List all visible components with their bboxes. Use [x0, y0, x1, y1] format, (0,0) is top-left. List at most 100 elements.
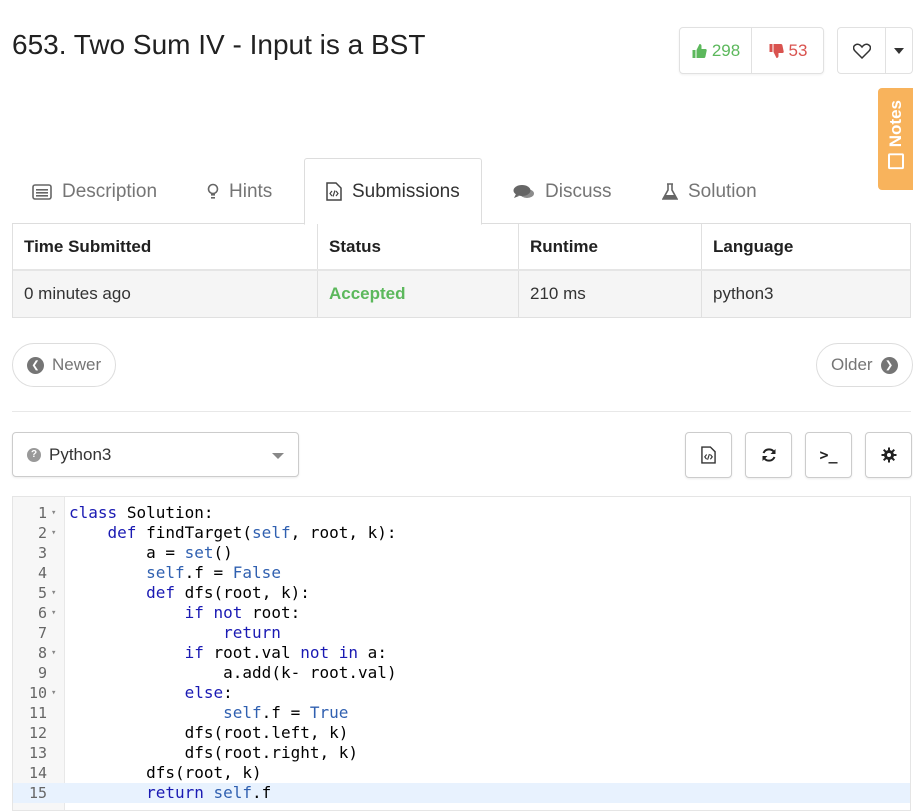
line-number: 9	[37, 664, 47, 682]
code-text: a.add(k- root.val)	[223, 663, 397, 682]
tab-description-label: Description	[62, 181, 158, 202]
settings-button[interactable]	[865, 432, 912, 478]
code-line[interactable]: 6 ▾ if not root:	[13, 603, 910, 623]
chevron-right-icon: ❯	[880, 356, 898, 374]
refresh-icon	[762, 448, 775, 462]
favorite-button[interactable]	[838, 28, 886, 73]
code-line[interactable]: 14 dfs(root, k)	[13, 763, 910, 783]
code-line[interactable]: 15 return self.f	[13, 783, 910, 803]
fold-arrow-icon[interactable]: ▾	[51, 643, 56, 663]
header-status: Status	[318, 224, 519, 269]
code-text: dfs(root.left, k)	[184, 723, 349, 742]
line-number: 5	[37, 584, 47, 602]
code-line[interactable]: 1 ▾ class Solution:	[13, 503, 910, 523]
table-header-row: Time Submitted Status Runtime Language	[13, 224, 910, 271]
line-number: 12	[28, 724, 47, 742]
chevron-left-icon: ❮	[27, 356, 44, 374]
line-number: 4	[37, 564, 47, 582]
fold-arrow-icon[interactable]: ▾	[51, 583, 56, 603]
tab-solution-label: Solution	[688, 181, 757, 202]
older-button[interactable]: Older ❯	[816, 343, 913, 387]
code-file-icon	[326, 182, 342, 201]
tab-hints[interactable]: Hints	[207, 158, 272, 224]
code-text: return	[223, 623, 281, 642]
code-file-icon	[701, 446, 716, 464]
code-line[interactable]: 3 a = set()	[13, 543, 910, 563]
favorite-dropdown-button[interactable]	[886, 28, 912, 73]
code-line[interactable]: 7 return	[13, 623, 910, 643]
line-number: 3	[37, 544, 47, 562]
heart-icon	[852, 43, 871, 59]
tab-description[interactable]: Description	[32, 158, 157, 224]
newer-label: Newer	[52, 355, 102, 374]
older-label: Older	[831, 355, 873, 374]
code-line[interactable]: 12 dfs(root.left, k)	[13, 723, 910, 743]
code-line[interactable]: 8 ▾ if root.val not in a:	[13, 643, 910, 663]
reset-code-button[interactable]	[745, 432, 792, 478]
line-number: 1	[37, 504, 47, 522]
code-line[interactable]: 9 a.add(k- root.val)	[13, 663, 910, 683]
dropdown-arrow-icon	[272, 453, 284, 459]
downvote-count: 53	[788, 40, 808, 60]
code-text: dfs(root.right, k)	[184, 743, 359, 762]
code-text: class Solution:	[69, 503, 214, 522]
tab-submissions-label: Submissions	[352, 180, 460, 202]
line-number: 15	[28, 784, 47, 802]
header-time-submitted: Time Submitted	[13, 224, 318, 269]
gear-icon	[881, 447, 896, 463]
tab-hints-label: Hints	[229, 181, 273, 202]
status-link[interactable]: Accepted	[318, 271, 519, 317]
table-row: 0 minutes ago Accepted 210 ms python3	[13, 271, 910, 317]
line-number: 13	[28, 744, 47, 762]
caret-down-icon	[894, 47, 904, 54]
code-file-button[interactable]	[685, 432, 732, 478]
line-number: 10	[28, 684, 47, 702]
fold-arrow-icon[interactable]: ▾	[51, 683, 56, 703]
code-line[interactable]: 11 self.f = True	[13, 703, 910, 723]
code-text: self.f = True	[223, 703, 349, 722]
divider	[12, 411, 911, 412]
code-line[interactable]: 13 dfs(root.right, k)	[13, 743, 910, 763]
code-line[interactable]: 10 ▾ else:	[13, 683, 910, 703]
upvote-count: 298	[711, 40, 741, 60]
code-text: def dfs(root, k):	[146, 583, 310, 602]
code-text: return self.f	[146, 783, 272, 802]
tab-submissions[interactable]: Submissions	[304, 158, 482, 225]
console-button[interactable]: >_	[805, 432, 852, 478]
flask-icon	[662, 183, 678, 200]
submissions-table: Time Submitted Status Runtime Language 0…	[12, 224, 911, 318]
terminal-icon: >_	[819, 446, 838, 464]
line-number: 11	[28, 704, 47, 722]
line-number: 7	[37, 624, 47, 642]
tab-solution[interactable]: Solution	[662, 158, 757, 224]
code-line[interactable]: 2 ▾ def findTarget(self, root, k):	[13, 523, 910, 543]
cell-runtime: 210 ms	[519, 271, 702, 317]
fold-arrow-icon[interactable]: ▾	[51, 523, 56, 543]
language-select-value: Python3	[49, 444, 112, 464]
code-editor[interactable]: 1 ▾ class Solution: 2 ▾ def findTarget(self,…	[12, 496, 911, 811]
newer-button[interactable]: ❮ Newer	[12, 343, 117, 387]
code-text: else:	[184, 683, 233, 702]
help-icon: ?	[27, 447, 41, 462]
header-language: Language	[713, 236, 794, 256]
vote-group: 298 53	[679, 27, 824, 74]
notes-label: Notes	[886, 100, 905, 148]
code-line[interactable]: 5 ▾ def dfs(root, k):	[13, 583, 910, 603]
line-number: 8	[37, 644, 47, 662]
fold-arrow-icon[interactable]: ▾	[51, 503, 56, 523]
downvote-button[interactable]: 53	[752, 28, 823, 73]
code-text: if not root:	[184, 603, 301, 622]
problem-title: 653. Two Sum IV - Input is a BST	[12, 29, 426, 60]
cell-language: python3	[713, 284, 774, 303]
language-select[interactable]: ? Python3	[12, 432, 299, 477]
code-line[interactable]: 4 self.f = False	[13, 563, 910, 583]
code-text: self.f = False	[146, 563, 281, 582]
list-icon	[32, 184, 52, 200]
favorite-group	[837, 27, 913, 74]
tab-discuss[interactable]: Discuss	[513, 158, 612, 224]
fold-arrow-icon[interactable]: ▾	[51, 603, 56, 623]
code-text: if root.val not in a:	[184, 643, 387, 662]
tab-discuss-label: Discuss	[545, 181, 612, 202]
upvote-button[interactable]: 298	[680, 28, 752, 73]
thumbs-down-icon	[769, 43, 784, 58]
